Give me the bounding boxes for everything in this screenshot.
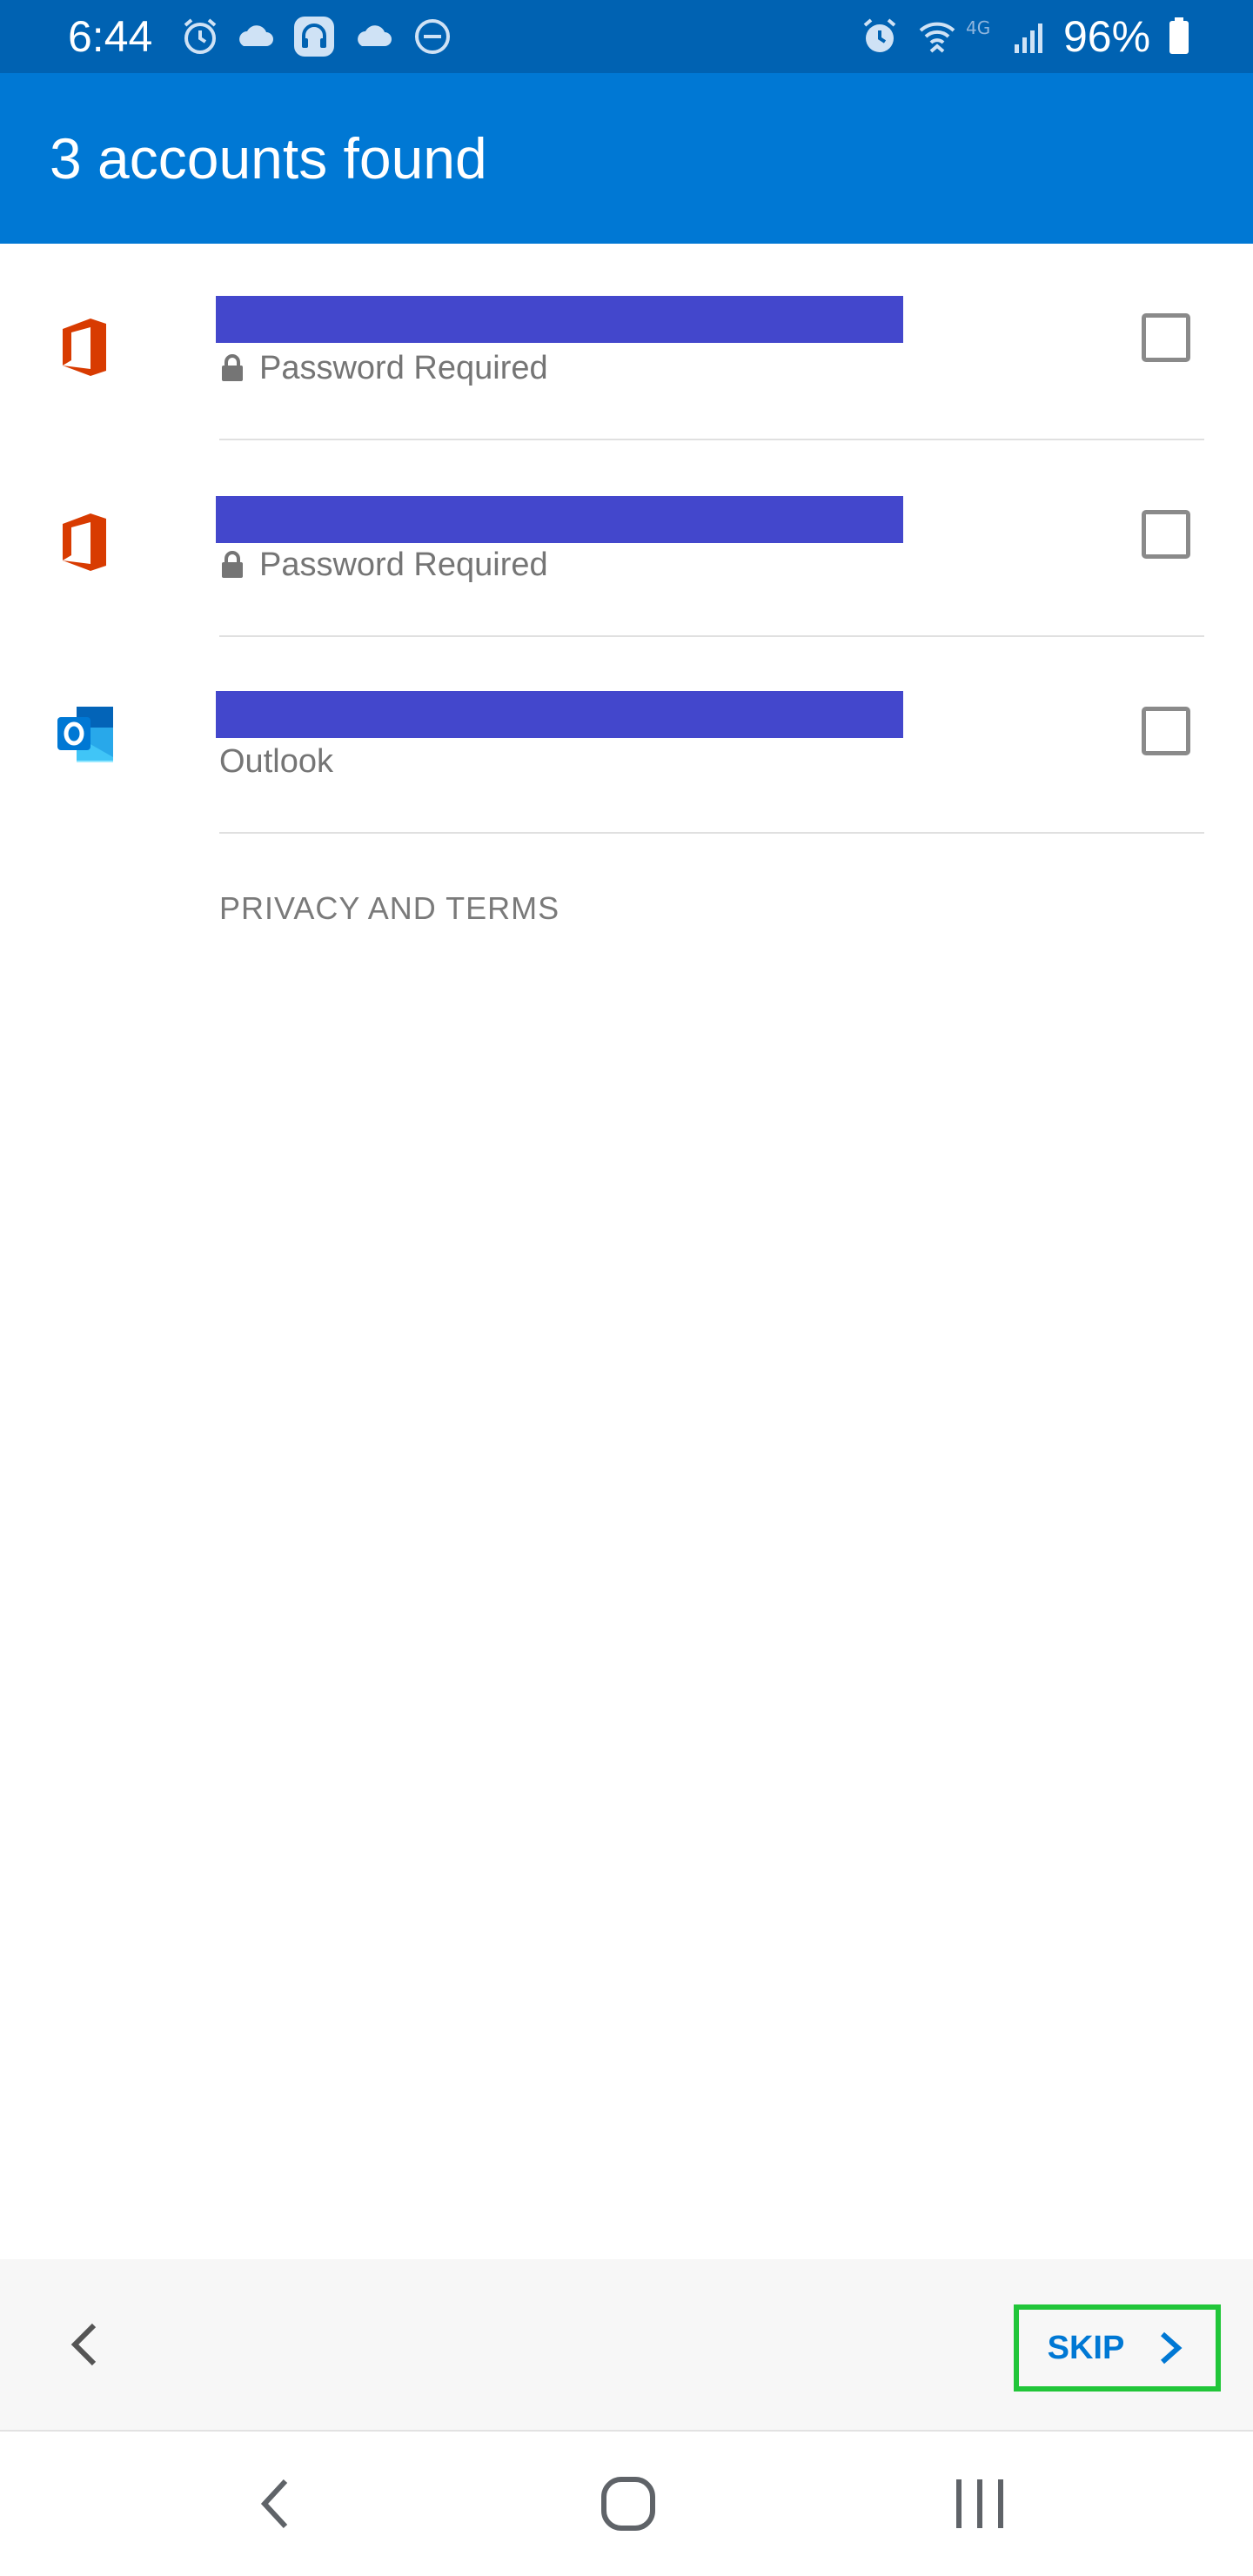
skip-label: SKIP [1047, 2329, 1125, 2366]
account-item[interactable]: Password Required [0, 440, 1253, 637]
office-icon [63, 319, 106, 376]
account-status-label: Password Required [259, 350, 548, 386]
back-button[interactable] [50, 2310, 120, 2379]
account-checkbox[interactable] [1142, 313, 1190, 362]
account-status: Outlook [219, 741, 333, 782]
redacted-email [216, 296, 903, 343]
4g-icon: 4G [966, 17, 990, 38]
status-bar: 6:44 4G 96% [0, 0, 1253, 73]
account-status-label: Password Required [259, 547, 548, 583]
system-nav-bar [0, 2432, 1253, 2576]
lock-icon [222, 354, 243, 381]
wifi-calling-icon [919, 22, 955, 53]
account-item[interactable]: Password Required [0, 244, 1253, 440]
account-item[interactable]: Outlook [0, 637, 1253, 834]
alarm-icon [184, 18, 217, 54]
page-title: 3 accounts found [50, 126, 487, 191]
nav-recents-icon[interactable] [945, 2469, 1015, 2539]
status-time: 6:44 [68, 12, 153, 61]
cloud-icon [239, 25, 273, 46]
skip-button[interactable]: SKIP [1014, 2304, 1221, 2392]
account-status: Password Required [219, 348, 548, 388]
headset-app-icon [294, 17, 334, 57]
account-checkbox[interactable] [1142, 707, 1190, 755]
outlook-icon [57, 707, 113, 762]
bottom-action-bar: SKIP [0, 2259, 1253, 2432]
battery-percentage: 96% [1063, 12, 1151, 61]
battery-icon [1169, 17, 1189, 54]
nav-home-icon[interactable] [593, 2469, 663, 2539]
divider [219, 832, 1204, 834]
privacy-and-terms-link[interactable]: PRIVACY AND TERMS [219, 889, 559, 928]
signal-icon [1015, 23, 1042, 53]
cloud-icon [358, 25, 392, 46]
app-header: 3 accounts found [0, 73, 1253, 244]
redacted-email [216, 691, 903, 738]
nav-back-icon[interactable] [244, 2469, 313, 2539]
account-checkbox[interactable] [1142, 510, 1190, 559]
lock-icon [222, 551, 243, 578]
svg-text:4G: 4G [966, 17, 990, 38]
do-not-disturb-icon [415, 19, 450, 54]
chevron-right-icon [1161, 2331, 1183, 2365]
account-status-label: Outlook [219, 743, 333, 780]
office-icon [63, 513, 106, 571]
redacted-email [216, 496, 903, 543]
alarm-icon [863, 18, 896, 52]
account-status: Password Required [219, 545, 548, 585]
